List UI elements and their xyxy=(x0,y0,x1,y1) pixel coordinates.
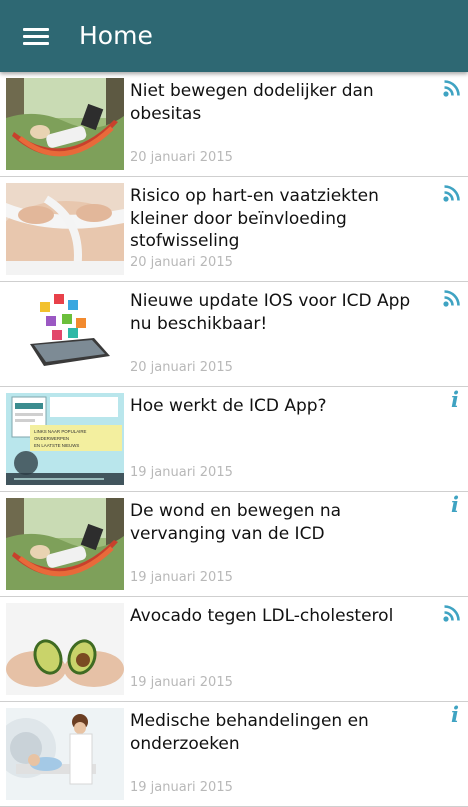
info-icon: i xyxy=(451,387,459,412)
medical-scan-thumbnail xyxy=(6,708,124,800)
article-title: Medische behandelingen en onderzoeken xyxy=(130,711,369,754)
list-item[interactable]: Medische behandelingen en onderzoeken 19… xyxy=(0,702,468,807)
list-item[interactable]: Risico op hart-en vaatziekten kleiner do… xyxy=(0,177,468,282)
video-thumbnail: LINKS NAAR POPULAIRE ONDERWERPEN EN LAAT… xyxy=(6,393,124,485)
smartphone-apps-thumbnail xyxy=(6,288,124,380)
article-date: 20 januari 2015 xyxy=(130,150,233,165)
info-icon: i xyxy=(451,702,459,727)
article-date: 19 januari 2015 xyxy=(130,675,233,690)
article-date: 20 januari 2015 xyxy=(130,255,233,270)
hammock-thumbnail xyxy=(6,78,124,170)
page-title: Home xyxy=(79,21,153,50)
app-bar: Home xyxy=(0,0,468,72)
avocado-thumbnail xyxy=(6,603,124,695)
list-item[interactable]: Avocado tegen LDL-cholesterol 19 januari… xyxy=(0,597,468,702)
rss-feed-icon xyxy=(442,603,462,623)
rss-feed-icon xyxy=(442,183,462,203)
hamburger-menu-icon[interactable] xyxy=(14,18,58,54)
video-text-line-3: EN LAATSTE NIEUWS xyxy=(34,443,79,448)
list-item[interactable]: LINKS NAAR POPULAIRE ONDERWERPEN EN LAAT… xyxy=(0,387,468,492)
measuring-tape-thumbnail xyxy=(6,183,124,275)
article-title: Risico op hart-en vaatziekten kleiner do… xyxy=(130,186,379,251)
info-icon: i xyxy=(451,492,459,517)
article-date: 19 januari 2015 xyxy=(130,570,233,585)
video-text-line-1: LINKS NAAR POPULAIRE xyxy=(34,429,87,434)
article-date: 19 januari 2015 xyxy=(130,780,233,795)
video-text-line-2: ONDERWERPEN xyxy=(34,436,69,441)
article-title: Niet bewegen dodelijker dan obesitas xyxy=(130,81,374,124)
list-item[interactable]: Nieuwe update IOS voor ICD App nu beschi… xyxy=(0,282,468,387)
article-date: 20 januari 2015 xyxy=(130,360,233,375)
list-item[interactable]: Niet bewegen dodelijker dan obesitas 20 … xyxy=(0,72,468,177)
article-date: 19 januari 2015 xyxy=(130,465,233,480)
article-list: Niet bewegen dodelijker dan obesitas 20 … xyxy=(0,72,468,807)
article-title: Avocado tegen LDL-cholesterol xyxy=(130,606,394,626)
list-item[interactable]: De wond en bewegen na vervanging van de … xyxy=(0,492,468,597)
rss-feed-icon xyxy=(442,78,462,98)
article-title: Hoe werkt de ICD App? xyxy=(130,396,327,416)
article-title: Nieuwe update IOS voor ICD App nu beschi… xyxy=(130,291,411,334)
article-title: De wond en bewegen na vervanging van de … xyxy=(130,501,342,544)
hammock-thumbnail xyxy=(6,498,124,590)
rss-feed-icon xyxy=(442,288,462,308)
